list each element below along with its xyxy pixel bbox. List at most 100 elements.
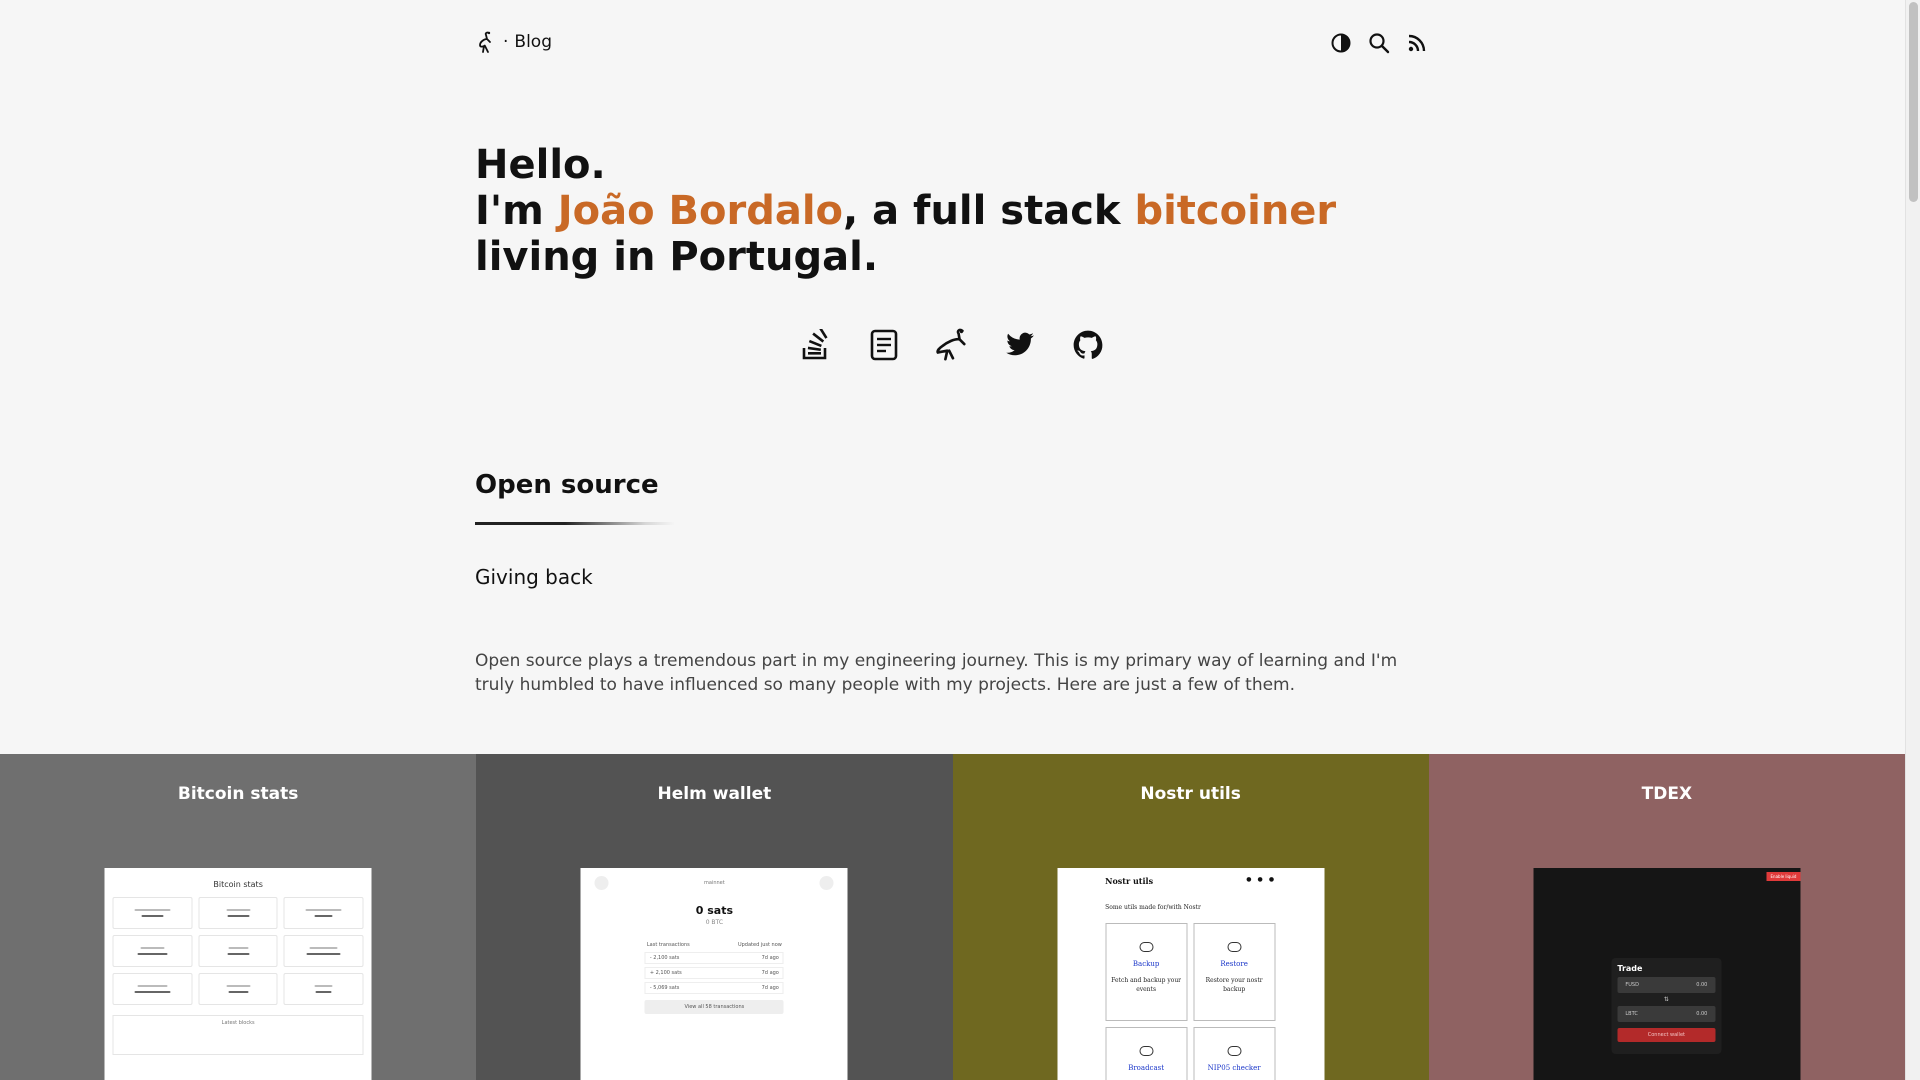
theme-toggle-icon[interactable]	[1329, 31, 1353, 55]
preview-connect-button: Connect wallet	[1617, 1028, 1716, 1042]
preview-balance-btc: 0 BTC	[705, 919, 724, 926]
project-preview: mainnet 0 sats 0 BTC Last transactions U…	[580, 868, 848, 1080]
tool-card: Backup Fetch and backup your events	[1105, 923, 1188, 1021]
preview-heading: Bitcoin stats	[213, 880, 263, 889]
tx-amount: - 5,069 sats	[649, 985, 680, 991]
hero-role: bitcoiner	[1134, 188, 1337, 234]
preview-trade-panel: Trade FUSD 0.00 ⇅ LBTC 0.00 Connect wallet	[1611, 958, 1722, 1054]
preview-topbar: Nostr utils ● ● ●	[1057, 868, 1324, 886]
project-title: Helm wallet	[657, 784, 772, 804]
swap-icon: ⇅	[1663, 996, 1669, 1003]
section-divider	[475, 522, 675, 525]
hero-line-3: living in Portugal.	[475, 234, 879, 280]
preview-badge: Enable liquid	[1766, 872, 1801, 881]
document-icon[interactable]	[867, 328, 901, 362]
project-title: Bitcoin stats	[177, 784, 299, 804]
project-title: Nostr utils	[1140, 784, 1241, 804]
section-subtitle: Giving back	[475, 565, 593, 589]
stat-card	[112, 897, 193, 929]
preview-topbar: mainnet	[581, 868, 848, 890]
preview-list-header: Last transactions Updated just now	[647, 942, 782, 948]
settings-icon	[819, 876, 834, 890]
tool-desc: Fetch and backup your events	[1111, 977, 1182, 993]
stat-card	[198, 973, 278, 1005]
asset-value: 0.00	[1696, 982, 1708, 988]
project-card-helm-wallet[interactable]: Helm wallet mainnet 0 sats 0 BTC Last tr…	[476, 754, 953, 1080]
preview-network: mainnet	[704, 880, 725, 886]
tool-name: Backup	[1132, 960, 1160, 968]
hero-im: I'm	[475, 188, 558, 234]
brand-label: Blog	[514, 32, 552, 52]
hero-line-2: I'm João Bordalo, a full stack bitcoiner	[475, 188, 1429, 234]
project-card-bitcoin-stats[interactable]: Bitcoin stats Bitcoin stats Latest block…	[0, 754, 477, 1080]
social-links	[799, 328, 1105, 362]
preview-tx-row: - 2,100 sats 7d ago	[644, 952, 784, 964]
stackoverflow-icon[interactable]	[799, 328, 833, 362]
preview-latest-blocks: Latest blocks	[112, 1015, 364, 1055]
twitter-icon[interactable]	[1003, 328, 1037, 362]
tool-desc: Restore your nostr backup	[1205, 977, 1263, 993]
preview-heading: Nostr utils	[1105, 876, 1154, 886]
project-preview: Nostr utils ● ● ● Some utils made for/wi…	[1057, 868, 1325, 1080]
stat-card	[283, 973, 364, 1005]
tool-name: Broadcast	[1128, 1064, 1165, 1072]
stat-card	[112, 973, 193, 1005]
preview-tx-row: + 2,100 sats 7d ago	[644, 967, 784, 979]
tool-card: Broadcast	[1105, 1027, 1188, 1080]
hero-mid: , a full stack	[843, 188, 1135, 234]
tx-when: 7d ago	[761, 985, 779, 991]
preview-balance: 0 sats	[695, 904, 733, 917]
glasses-icon	[1227, 1046, 1242, 1056]
top-bar: · Blog	[475, 28, 1429, 58]
hero-line-1: Hello.	[475, 142, 606, 188]
asset-value: 0.00	[1696, 1011, 1708, 1017]
project-card-nostr-utils[interactable]: Nostr utils Nostr utils ● ● ● Some utils…	[952, 754, 1429, 1080]
wallet-logo-icon	[594, 876, 609, 890]
github-icon[interactable]	[1071, 328, 1105, 362]
stat-card	[112, 935, 193, 967]
page: · Blog Hello. I'm João Bordalo, a full s…	[0, 0, 1905, 1080]
tool-card: Restore Restore your nostr backup	[1193, 923, 1276, 1021]
preview-social-icons: ● ● ●	[1246, 876, 1277, 883]
section-title: Open source	[475, 470, 659, 500]
tx-when: 7d ago	[761, 970, 779, 976]
project-card-tdex[interactable]: TDEX Enable liquid Trade FUSD 0.00 ⇅ LBTC…	[1428, 754, 1905, 1080]
project-preview: Enable liquid Trade FUSD 0.00 ⇅ LBTC 0.00 …	[1533, 868, 1801, 1080]
asset-name: FUSD	[1625, 982, 1639, 988]
rss-icon[interactable]	[1405, 31, 1429, 55]
stat-card	[283, 935, 364, 967]
brand-link[interactable]: · Blog	[475, 30, 552, 54]
broadcast-icon	[1139, 1046, 1154, 1056]
preview-heading: Trade	[1617, 964, 1643, 973]
tool-name: NIP05 checker	[1207, 1064, 1261, 1072]
cloud-download-icon	[1139, 942, 1154, 952]
preview-tx-row: - 5,069 sats 7d ago	[644, 982, 784, 994]
preview-asset-from: FUSD 0.00	[1617, 977, 1716, 993]
ostrich-mark-icon	[479, 31, 491, 53]
preview-asset-to: LBTC 0.00	[1617, 1006, 1716, 1022]
preview-view-all: View all 58 transactions	[644, 1000, 784, 1014]
preview-stat-grid	[105, 889, 372, 1013]
preview-updated: Updated just now	[737, 942, 782, 948]
preview-list-title: Last transactions	[646, 942, 690, 948]
section-description: Open source plays a tremendous part in m…	[475, 651, 1398, 695]
project-title: TDEX	[1641, 784, 1693, 804]
hero-heading: Hello. I'm João Bordalo, a full stack bi…	[475, 142, 1429, 280]
scrollbar-thumb[interactable]	[1909, 2, 1918, 202]
search-icon[interactable]	[1367, 31, 1391, 55]
cloud-upload-icon	[1227, 942, 1242, 952]
tool-name: Restore	[1220, 960, 1248, 968]
asset-name: LBTC	[1625, 1011, 1638, 1017]
project-cards: Bitcoin stats Bitcoin stats Latest block…	[0, 754, 1905, 1080]
stat-card	[198, 897, 278, 929]
nostr-ostrich-icon[interactable]	[935, 328, 969, 362]
project-preview: Bitcoin stats Latest blocks	[104, 868, 372, 1080]
header-actions	[1329, 31, 1429, 55]
tx-when: 7d ago	[761, 955, 779, 961]
tx-amount: - 2,100 sats	[649, 955, 680, 961]
tx-amount: + 2,100 sats	[649, 970, 682, 976]
preview-tools: Backup Fetch and backup your events Resto…	[1105, 923, 1324, 1080]
page-scrollbar[interactable]	[1905, 0, 1920, 1080]
hero-name: João Bordalo	[557, 188, 844, 234]
stat-card	[283, 897, 364, 929]
